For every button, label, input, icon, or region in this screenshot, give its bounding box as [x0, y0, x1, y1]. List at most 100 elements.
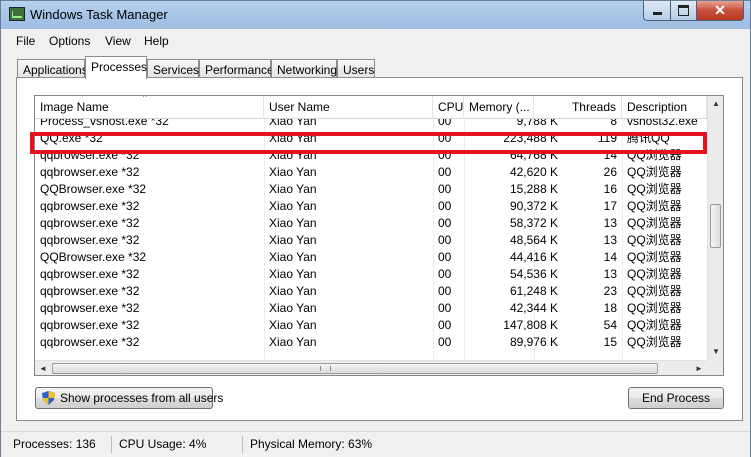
cell-threads: 13 [603, 267, 617, 281]
tab-services[interactable]: Services [147, 59, 199, 78]
show-all-users-button[interactable]: Show processes from all users [35, 387, 223, 409]
cell-threads: 18 [603, 301, 617, 315]
cell-cpu: 00 [438, 284, 452, 298]
cell-threads: 8 [610, 119, 617, 128]
cell-threads: 17 [603, 199, 617, 213]
table-row[interactable]: qqbrowser.exe *32 Xiao Yan 00 89,976 K 15 QQ浏… [35, 334, 707, 351]
table-row[interactable]: QQ.exe *32 Xiao Yan 00 223,488 K 119 腾讯QQ [35, 130, 707, 147]
scroll-up-arrow-icon[interactable]: ▲ [708, 96, 723, 112]
tab-performance[interactable]: Performance [199, 59, 274, 78]
table-row[interactable]: qqbrowser.exe *32 Xiao Yan 00 42,620 K 26 QQ浏… [35, 164, 707, 181]
scroll-right-arrow-icon[interactable]: ► [691, 361, 707, 375]
cell-user-name: Xiao Yan [269, 165, 317, 179]
table-row[interactable]: qqbrowser.exe *32 Xiao Yan 00 48,564 K 13 QQ浏… [35, 232, 707, 249]
cell-image-name: qqbrowser.exe *32 [40, 284, 140, 298]
column-header-user-name[interactable]: User Name [264, 96, 433, 118]
title-bar[interactable]: Windows Task Manager ✕ [1, 1, 750, 29]
tab-users[interactable]: Users [337, 59, 375, 78]
cell-cpu: 00 [438, 199, 452, 213]
cell-image-name: qqbrowser.exe *32 [40, 199, 140, 213]
menu-options[interactable]: Options [49, 34, 90, 48]
cell-image-name: qqbrowser.exe *32 [40, 267, 140, 281]
column-header-cpu[interactable]: CPU [433, 96, 464, 118]
cell-description: vshost32.exe [627, 119, 698, 128]
tab-processes[interactable]: Processes [85, 56, 147, 79]
menu-file[interactable]: File [16, 34, 35, 48]
cell-image-name: QQBrowser.exe *32 [40, 182, 147, 196]
table-row[interactable]: qqbrowser.exe *32 Xiao Yan 00 90,372 K 17 QQ浏… [35, 198, 707, 215]
cell-image-name: qqbrowser.exe *32 [40, 233, 140, 247]
status-bar: Processes: 136 CPU Usage: 4% Physical Me… [1, 431, 750, 457]
cell-threads: 119 [597, 131, 617, 145]
cell-image-name: QQBrowser.exe *32 [40, 250, 147, 264]
cell-cpu: 00 [438, 250, 452, 264]
menu-help[interactable]: Help [144, 34, 169, 48]
table-row[interactable]: qqbrowser.exe *32 Xiao Yan 00 54,536 K 13 QQ浏… [35, 266, 707, 283]
uac-shield-icon [42, 391, 55, 405]
horizontal-scrollbar[interactable]: ◄ ► [35, 360, 707, 375]
cell-description: QQ浏览器 [627, 301, 682, 315]
scroll-down-arrow-icon[interactable]: ▼ [708, 344, 723, 360]
cell-image-name: qqbrowser.exe *32 [40, 318, 140, 332]
table-row[interactable]: qqbrowser.exe *32 Xiao Yan 00 64,768 K 14 QQ浏… [35, 147, 707, 164]
column-header-memory[interactable]: Memory (... [464, 96, 534, 118]
cell-user-name: Xiao Yan [269, 284, 317, 298]
task-manager-window: Windows Task Manager ✕ File Options View… [0, 0, 751, 457]
cell-description: QQ浏览器 [627, 250, 682, 264]
cell-user-name: Xiao Yan [269, 216, 317, 230]
cell-user-name: Xiao Yan [269, 301, 317, 315]
vertical-scroll-thumb[interactable] [710, 204, 721, 248]
minimize-icon [652, 12, 662, 15]
close-button[interactable]: ✕ [696, 1, 744, 21]
column-header-bar: ^ Image Name User Name CPU Memory (... T… [35, 96, 707, 119]
cell-image-name: qqbrowser.exe *32 [40, 148, 140, 162]
cell-user-name: Xiao Yan [269, 335, 317, 349]
cell-threads: 15 [603, 335, 617, 349]
cell-cpu: 00 [438, 318, 452, 332]
scroll-left-arrow-icon[interactable]: ◄ [35, 361, 51, 375]
cell-threads: 23 [603, 284, 617, 298]
tab-networking[interactable]: Networking [271, 59, 337, 78]
show-all-users-label: Show processes from all users [60, 391, 224, 405]
table-row[interactable]: qqbrowser.exe *32 Xiao Yan 00 147,808 K 54 QQ… [35, 317, 707, 334]
cell-description: QQ浏览器 [627, 335, 682, 349]
table-row[interactable]: qqbrowser.exe *32 Xiao Yan 00 58,372 K 13 QQ浏… [35, 215, 707, 232]
cell-cpu: 00 [438, 148, 452, 162]
table-row[interactable]: QQBrowser.exe *32 Xiao Yan 00 44,416 K 14 QQ浏… [35, 249, 707, 266]
cell-description: QQ浏览器 [627, 284, 682, 298]
tab-applications[interactable]: Applications [17, 59, 88, 78]
column-header-image-name[interactable]: ^ Image Name [35, 96, 264, 118]
status-processes: Processes: 136 [9, 436, 112, 453]
table-row[interactable]: qqbrowser.exe *32 Xiao Yan 00 42,344 K 18 QQ浏… [35, 300, 707, 317]
table-row[interactable]: qqbrowser.exe *32 Xiao Yan 00 61,248 K 23 QQ浏… [35, 283, 707, 300]
cell-cpu: 00 [438, 267, 452, 281]
cell-user-name: Xiao Yan [269, 119, 317, 128]
table-row[interactable]: QQBrowser.exe *32 Xiao Yan 00 15,288 K 16 QQ浏… [35, 181, 707, 198]
cell-description: QQ浏览器 [627, 216, 682, 230]
process-list[interactable]: ^ Image Name User Name CPU Memory (... T… [34, 95, 724, 376]
window-title: Windows Task Manager [30, 7, 168, 22]
cell-user-name: Xiao Yan [269, 148, 317, 162]
cell-description: 腾讯QQ [627, 131, 670, 145]
cell-description: QQ浏览器 [627, 267, 682, 281]
cell-cpu: 00 [438, 301, 452, 315]
column-header-description[interactable]: Description [622, 96, 707, 118]
cell-description: QQ浏览器 [627, 233, 682, 247]
cell-threads: 54 [603, 318, 617, 332]
vertical-scrollbar[interactable]: ▲ ▼ [707, 96, 723, 360]
cell-description: QQ浏览器 [627, 199, 682, 213]
menu-view[interactable]: View [105, 34, 131, 48]
scrollbar-corner [707, 360, 723, 375]
minimize-button[interactable] [643, 1, 671, 21]
menu-bar: File Options View Help [1, 30, 750, 51]
maximize-button[interactable] [670, 1, 697, 21]
cell-user-name: Xiao Yan [269, 182, 317, 196]
cell-threads: 16 [603, 182, 617, 196]
cell-user-name: Xiao Yan [269, 250, 317, 264]
cell-user-name: Xiao Yan [269, 131, 317, 145]
end-process-button[interactable]: End Process [628, 387, 724, 409]
horizontal-scroll-thumb[interactable] [52, 363, 658, 374]
table-row[interactable]: Process_vshost.exe *32 Xiao Yan 00 9,788 K8… [35, 119, 707, 130]
column-header-threads[interactable]: Threads [534, 96, 622, 118]
cell-cpu: 00 [438, 119, 452, 128]
